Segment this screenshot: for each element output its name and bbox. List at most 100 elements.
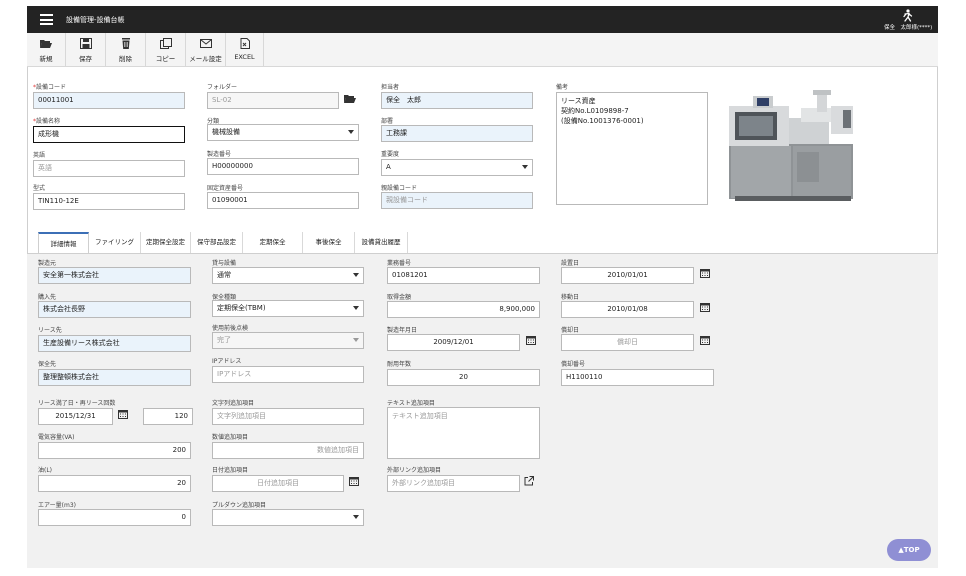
ttext-textarea[interactable]: テキスト追加項目	[387, 407, 540, 459]
scroll-top-button[interactable]: ▲TOP	[887, 539, 931, 561]
calendar-icon[interactable]	[700, 268, 710, 278]
ip-label: IPアドレス	[212, 358, 242, 365]
new-button[interactable]: 新規	[27, 33, 66, 67]
dispose-no-input[interactable]: H1100110	[561, 369, 714, 386]
tab-filing[interactable]: ファイリング	[89, 232, 141, 253]
tab-parts-settings[interactable]: 保守部品設定	[191, 232, 243, 253]
tab-corrective[interactable]: 事後保全	[303, 232, 355, 253]
copy-button[interactable]: コピー	[146, 33, 186, 67]
english-input[interactable]: 英語	[33, 160, 185, 177]
new-button-label: 新規	[39, 55, 53, 63]
calendar-icon[interactable]	[526, 335, 536, 345]
rental-select[interactable]: 通常	[212, 267, 364, 284]
vendor-input[interactable]: 株式会社長野	[38, 301, 191, 318]
power-input[interactable]: 200	[38, 442, 191, 459]
lessor-input[interactable]: 生産設備リース株式会社	[38, 335, 191, 352]
mail-icon	[199, 39, 212, 48]
tab-bar: 詳細情報 ファイリング 定期保全設定 保守部品設定 定期保全 事後保全 設備貸出…	[27, 232, 938, 253]
chevron-down-icon	[353, 306, 359, 310]
ttext-label: テキスト追加項目	[387, 400, 435, 407]
ip-input[interactable]: IPアドレス	[212, 366, 364, 383]
mtype-value: 定期保全(TBM)	[217, 304, 266, 312]
calendar-icon[interactable]	[118, 409, 128, 419]
air-input[interactable]: 0	[38, 509, 191, 526]
excel-button-label: EXCEL	[234, 53, 255, 61]
life-label: 耐用年数	[387, 361, 412, 368]
remarks-textarea[interactable]: リース資産 契約No.L0109898-7 (設備No.1001376-0001…	[556, 92, 708, 205]
mfg-date-input[interactable]: 2009/12/01	[387, 334, 520, 351]
category-value: 機械設備	[212, 128, 240, 136]
power-label: 電気容量(VA)	[38, 434, 75, 441]
serial-label: 製造番号	[207, 151, 232, 158]
link-input[interactable]: 外部リンク追加項目	[387, 475, 520, 492]
oil-input[interactable]: 20	[38, 475, 191, 492]
calendar-icon[interactable]	[700, 335, 710, 345]
price-label: 取得金額	[387, 294, 412, 301]
dispose-input[interactable]: 償却日	[561, 334, 694, 351]
person-input[interactable]: 保全 太郎	[381, 92, 533, 109]
maker-input[interactable]: 安全第一株式会社	[38, 267, 191, 284]
serial-input[interactable]: H00000000	[207, 158, 359, 175]
tab-periodic[interactable]: 定期保全	[243, 232, 303, 253]
vendor-label: 購入先	[38, 294, 57, 301]
user-icon[interactable]	[901, 9, 913, 23]
parent-code-input[interactable]: 親設備コード	[381, 192, 533, 209]
lease-count-input[interactable]: 120	[143, 408, 193, 425]
calendar-icon[interactable]	[700, 302, 710, 312]
folder-open-icon	[40, 40, 52, 48]
date-extra-input[interactable]: 日付追加項目	[212, 475, 344, 492]
pulldown-select[interactable]	[212, 509, 364, 526]
menu-icon[interactable]	[40, 14, 53, 25]
folder-input[interactable]: SL-02	[207, 92, 339, 109]
equipment-photo	[729, 90, 853, 201]
usage-label: 使用前後点検	[212, 325, 249, 332]
asset-input[interactable]: 01090001	[207, 192, 359, 209]
remarks-label: 備考	[556, 84, 569, 91]
contract-input[interactable]: 01081201	[387, 267, 540, 284]
maker-label: 製造元	[38, 260, 57, 267]
dispose-no-label: 償却番号	[561, 361, 586, 368]
price-input[interactable]: 8,900,000	[387, 301, 540, 318]
model-input[interactable]: TIN110-12E	[33, 193, 185, 210]
text-extra-label: 文字列追加項目	[212, 400, 255, 407]
save-button[interactable]: 保存	[66, 33, 106, 67]
folder-open-icon[interactable]	[344, 94, 356, 104]
maintainer-input[interactable]: 整理整頓株式会社	[38, 369, 191, 386]
calendar-icon[interactable]	[349, 476, 359, 486]
usage-value: 完了	[217, 336, 231, 344]
text-extra-input[interactable]: 文字列追加項目	[212, 408, 364, 425]
dispose-label: 償却日	[561, 327, 580, 334]
air-label: エアー量(m3)	[38, 502, 76, 509]
importance-select[interactable]: A	[381, 159, 533, 176]
mtype-select[interactable]: 定期保全(TBM)	[212, 300, 364, 317]
category-select[interactable]: 機械設備	[207, 124, 359, 141]
equipment-code-input[interactable]: 00011001	[33, 92, 185, 109]
move-input[interactable]: 2010/01/08	[561, 301, 694, 318]
chevron-down-icon	[348, 130, 354, 134]
maintainer-label: 保全先	[38, 361, 57, 368]
num-extra-input[interactable]: 数値追加項目	[212, 442, 364, 459]
user-name: 保全 太郎様(****)	[884, 25, 933, 31]
install-input[interactable]: 2010/01/01	[561, 267, 694, 284]
usage-select[interactable]: 完了	[212, 332, 364, 349]
dept-input[interactable]: 工務課	[381, 125, 533, 142]
mail-settings-button[interactable]: メール設定	[186, 33, 226, 67]
save-icon	[79, 38, 92, 49]
equipment-name-input[interactable]: 成形機	[33, 126, 185, 143]
life-input[interactable]: 20	[387, 369, 540, 386]
tab-loan-history[interactable]: 設備貸出履歴	[355, 232, 408, 253]
num-extra-label: 数値追加項目	[212, 434, 249, 441]
rental-value: 通常	[217, 271, 231, 279]
tab-periodic-settings[interactable]: 定期保全設定	[141, 232, 191, 253]
excel-button[interactable]: EXCEL	[226, 33, 264, 67]
copy-button-label: コピー	[155, 55, 176, 63]
external-link-icon[interactable]	[524, 476, 534, 486]
tab-detail[interactable]: 詳細情報	[38, 232, 89, 253]
asset-label: 固定資産番号	[207, 185, 244, 192]
date-extra-label: 日付追加項目	[212, 467, 249, 474]
lease-end-input[interactable]: 2015/12/31	[38, 408, 113, 425]
excel-icon	[240, 38, 250, 49]
chevron-down-icon	[353, 515, 359, 519]
delete-button[interactable]: 削除	[106, 33, 146, 67]
page-title: 設備管理-設備台帳	[66, 16, 125, 24]
